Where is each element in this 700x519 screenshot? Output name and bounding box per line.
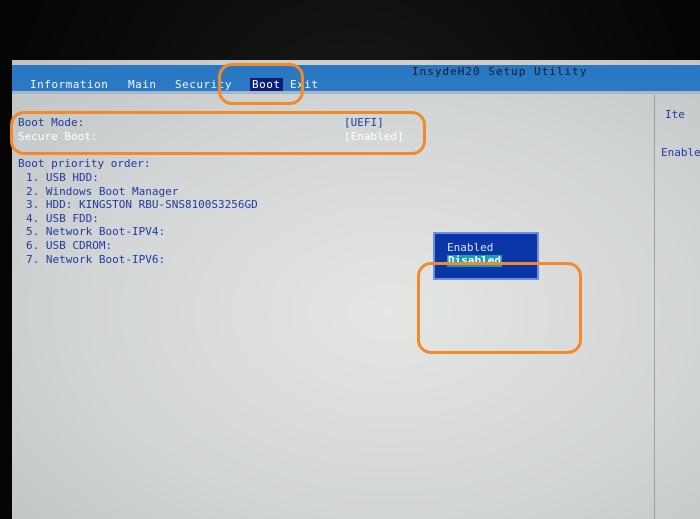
menu-information[interactable]: Information (30, 78, 108, 91)
menu-main[interactable]: Main (128, 78, 157, 91)
boot-priority-item[interactable]: 3. HDD: KINGSTON RBU-SNS8100S3256GD (26, 198, 258, 211)
title-bar: InsydeH20 Setup Utility (12, 65, 700, 78)
boot-priority-item[interactable]: 2. Windows Boot Manager (26, 185, 178, 198)
item-help-panel: Ite Enable (654, 94, 700, 519)
popup-annotation (417, 262, 582, 354)
boot-tab-annotation (218, 63, 304, 105)
option-enabled[interactable]: Enabled (447, 242, 493, 254)
help-text: Enable (661, 146, 700, 159)
boot-priority-item[interactable]: 4. USB FDD: (26, 212, 99, 225)
boot-priority-item[interactable]: 1. USB HDD: (26, 171, 99, 184)
utility-title: InsydeH20 Setup Utility (412, 65, 588, 78)
secure-boot-annotation (10, 111, 426, 155)
boot-priority-item[interactable]: 6. USB CDROM: (26, 239, 112, 252)
boot-priority-heading: Boot priority order: (18, 157, 151, 170)
boot-priority-item[interactable]: 5. Network Boot-IPV4: (26, 225, 165, 238)
help-title: Ite (665, 108, 685, 121)
menu-bar: Information Main Security Boot Exit (12, 78, 700, 91)
boot-priority-item[interactable]: 7. Network Boot-IPV6: (26, 253, 165, 266)
